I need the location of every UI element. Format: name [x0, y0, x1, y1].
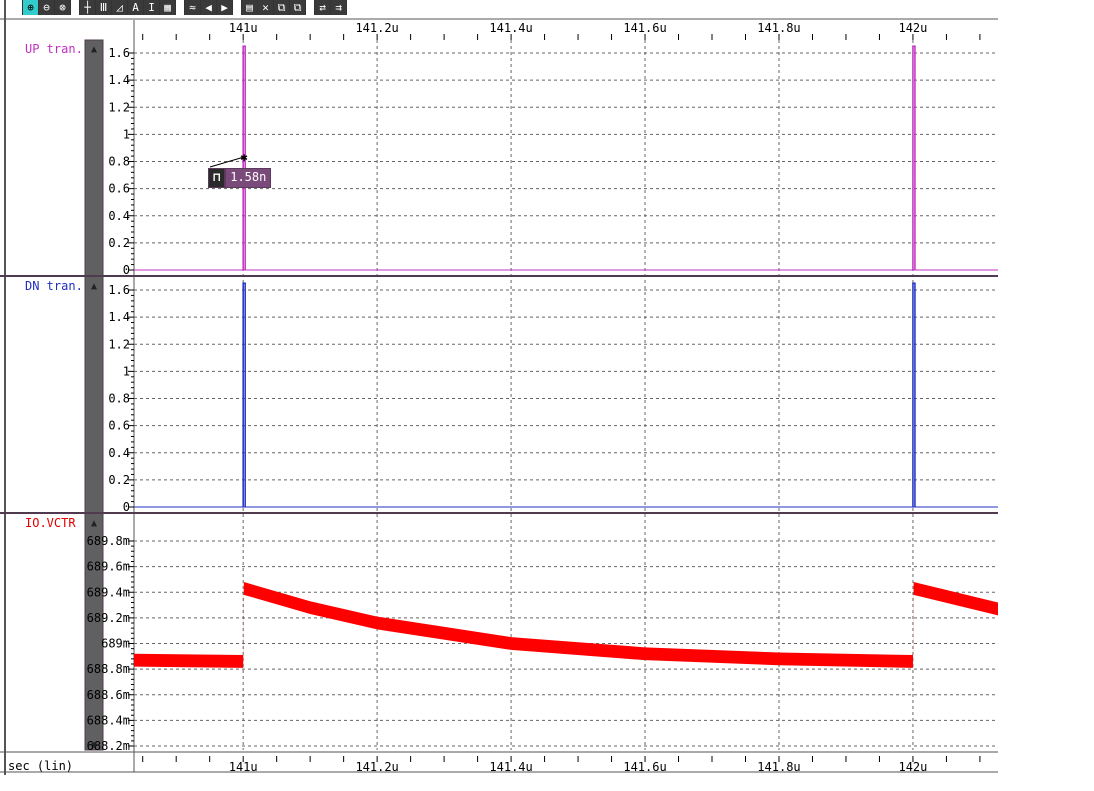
y-tick-label: 0.4 — [108, 446, 130, 460]
pulse-width-icon: ⊓ — [209, 169, 225, 187]
x-tick-label-top: 141.8u — [757, 21, 800, 35]
y-tick-label: 0.2 — [108, 236, 130, 250]
crosshair-icon: ✱ — [240, 150, 247, 164]
x-axis-title: sec (lin) — [8, 759, 74, 773]
scroll-up-icon: ▲ — [91, 44, 97, 55]
y-tick-label: 1.2 — [108, 337, 130, 351]
x-tick-label-top: 142u — [898, 21, 927, 35]
x-tick-label-top: 141u — [229, 21, 258, 35]
y-tick-label: 1.2 — [108, 100, 130, 114]
y-tick-label: 0.6 — [108, 419, 130, 433]
y-tick-label: 688.8m — [87, 662, 130, 676]
x-tick-label-bottom: 141.4u — [489, 760, 532, 774]
y-tick-label: 1.6 — [108, 283, 130, 297]
y-tick-label: 0.6 — [108, 182, 130, 196]
waveform-viewer: ⊕ ⊖ ⊗ ┼ Ⅲ ◿ A I ▦ ≈ ◀ ▶ ▤ ✕ ⧉ ⧉ ⇄ ⇉ 141u 141u 141.2u 141.2u 1… — [0, 0, 1094, 791]
y-tick-label: 1.4 — [108, 73, 130, 87]
marker-value: 1.58n — [226, 169, 271, 187]
y-tick-label: 0.8 — [108, 155, 130, 169]
x-tick-label-top: 141.2u — [355, 21, 398, 35]
waveform-band — [134, 582, 998, 668]
y-tick-label: 689.8m — [87, 534, 130, 548]
x-tick-label-bottom: 141.6u — [623, 760, 666, 774]
y-tick-label: 0.2 — [108, 473, 130, 487]
y-tick-label: 0 — [123, 263, 130, 277]
y-tick-label: 0.4 — [108, 209, 130, 223]
panel-label-up[interactable]: UP tran. — [25, 42, 83, 56]
y-tick-label: 689.2m — [87, 611, 130, 625]
x-tick-label-bottom: 141u — [229, 760, 258, 774]
scroll-up-icon: ▲ — [91, 281, 97, 292]
y-tick-label: 689.6m — [87, 560, 130, 574]
waveform-pulse — [912, 282, 916, 507]
x-tick-label-top: 141.6u — [623, 21, 666, 35]
measurement-marker[interactable]: ⊓ 1.58n — [208, 168, 272, 188]
waveform-pulse — [912, 45, 916, 270]
y-tick-label: 0 — [123, 500, 130, 514]
y-tick-label: 689m — [101, 637, 130, 651]
y-tick-label: 688.6m — [87, 688, 130, 702]
x-tick-label-top: 141.4u — [489, 21, 532, 35]
scroll-up-icon: ▲ — [91, 518, 97, 529]
y-tick-label: 1.4 — [108, 310, 130, 324]
y-tick-label: 689.4m — [87, 585, 130, 599]
x-tick-label-bottom: 141.8u — [757, 760, 800, 774]
y-tick-label: 0.8 — [108, 392, 130, 406]
y-tick-label: 1 — [123, 127, 130, 141]
y-tick-label: 1.6 — [108, 46, 130, 60]
y-tick-label: 1 — [123, 364, 130, 378]
panel-label-io-vctr[interactable]: IO.VCTR — [25, 516, 76, 530]
waveform-plot[interactable]: 141u 141u 141.2u 141.2u 141.4u 141.4u 141.6u 14… — [0, 0, 1094, 791]
scroll-down-icon: ▼ — [91, 740, 97, 751]
panel-label-dn[interactable]: DN tran. — [25, 279, 83, 293]
y-tick-label: 688.4m — [87, 713, 130, 727]
x-tick-label-bottom: 141.2u — [355, 760, 398, 774]
x-tick-label-bottom: 142u — [898, 760, 927, 774]
